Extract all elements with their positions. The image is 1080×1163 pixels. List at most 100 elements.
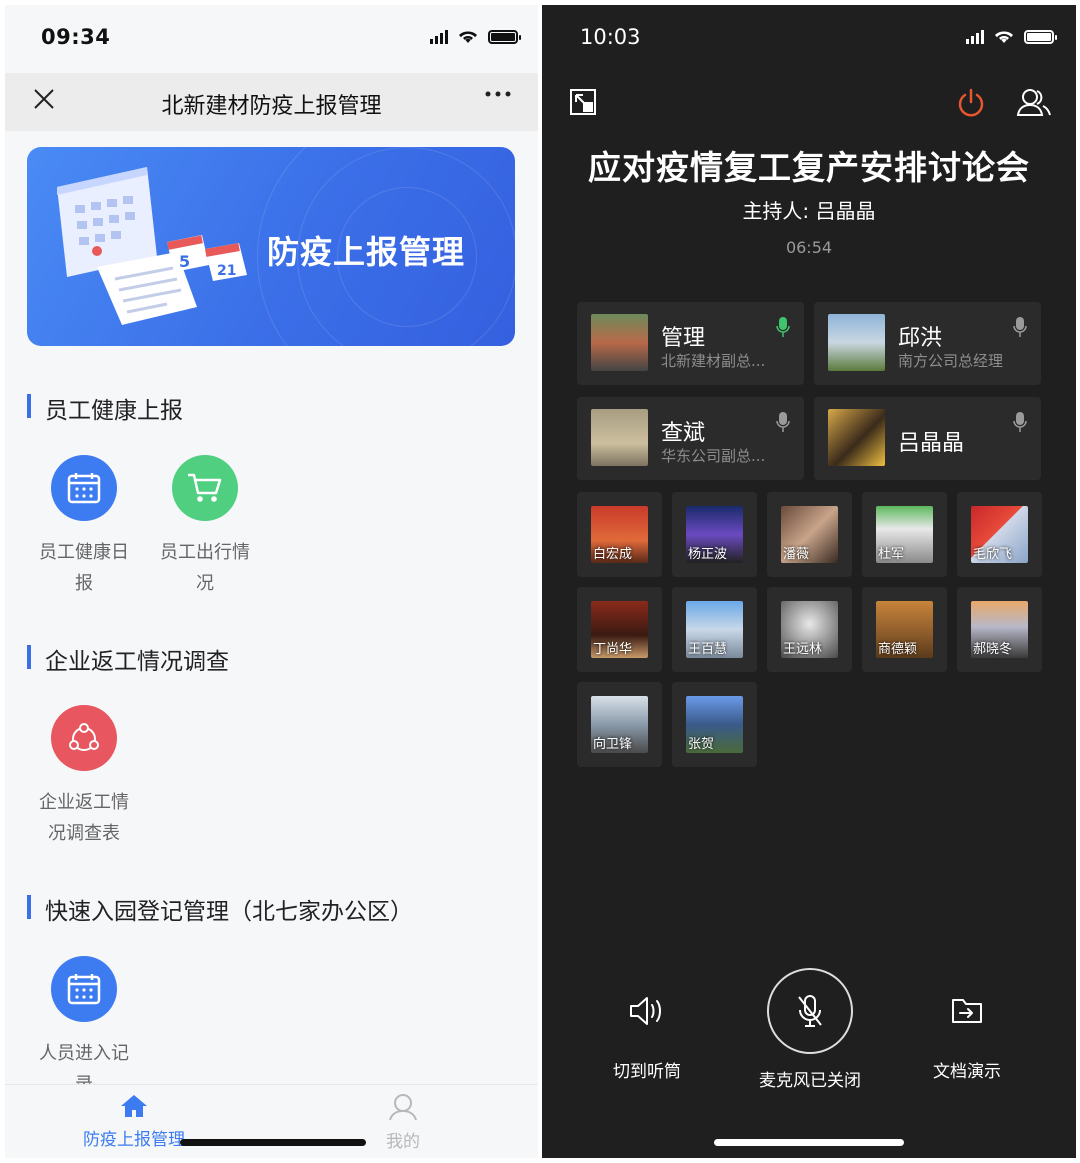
battery-icon bbox=[488, 29, 521, 44]
participant-tile[interactable]: 杨正波 bbox=[672, 492, 757, 577]
document-presentation-button[interactable]: 文档演示 bbox=[922, 993, 1012, 1082]
svg-text:21: 21 bbox=[217, 263, 236, 279]
cellular-signal-icon bbox=[430, 29, 448, 44]
app-label: 员工出行情 bbox=[160, 542, 250, 563]
participant-name: 郝晓冬 bbox=[973, 642, 1013, 657]
participant-tile[interactable]: 潘薇 bbox=[767, 492, 852, 577]
participant-name: 吕晶晶 bbox=[898, 431, 965, 456]
app-employee-health-daily[interactable]: 员工健康日 报 bbox=[24, 455, 144, 599]
mic-off-icon bbox=[767, 968, 853, 1054]
participant-name: 杨正波 bbox=[688, 547, 728, 562]
nav-bar: 北新建材防疫上报管理 bbox=[5, 73, 538, 131]
participant-title: 南方公司总经理 bbox=[898, 352, 1004, 370]
speaker-icon bbox=[630, 997, 661, 1025]
participant-tile[interactable]: 张贺 bbox=[672, 682, 757, 767]
participant-name: 毛欣飞 bbox=[973, 547, 1013, 562]
home-indicator bbox=[714, 1139, 904, 1146]
app-label: 人员进入记 bbox=[39, 1043, 129, 1064]
participant-tile[interactable]: 白宏成 bbox=[577, 492, 662, 577]
switch-to-earpiece-button[interactable]: 切到听筒 bbox=[602, 993, 692, 1082]
page-title: 北新建材防疫上报管理 bbox=[161, 94, 382, 119]
tab-bar: 防疫上报管理 我的 bbox=[5, 1084, 538, 1158]
participant-title: 北新建材副总... bbox=[661, 352, 766, 370]
mic-icon bbox=[1013, 411, 1027, 437]
app-personnel-entry-record[interactable]: 人员进入记 录 bbox=[24, 956, 144, 1100]
status-time: 10:03 bbox=[580, 25, 641, 49]
avatar bbox=[828, 314, 885, 371]
status-bar: 09:34 bbox=[5, 5, 538, 73]
svg-text:5: 5 bbox=[179, 252, 190, 271]
minimize-window-icon[interactable] bbox=[568, 87, 598, 121]
participant-tile[interactable]: 毛欣飞 bbox=[957, 492, 1042, 577]
right-phone-screen: 10:03 应对疫情复工复产安排讨论会 主持人: 吕晶晶 06:54 管理 北新… bbox=[542, 5, 1076, 1158]
participants-icon[interactable] bbox=[1016, 87, 1052, 121]
participant-name: 王远林 bbox=[783, 642, 823, 657]
participant-card[interactable]: 吕晶晶 bbox=[814, 397, 1041, 480]
banner-illustration: 5 21 bbox=[57, 167, 247, 325]
participant-tile[interactable]: 商德颖 bbox=[862, 587, 947, 672]
tab-epidemic-report[interactable]: 防疫上报管理 bbox=[83, 1093, 185, 1150]
mic-icon bbox=[776, 411, 790, 437]
wifi-icon bbox=[459, 31, 477, 43]
participant-tile[interactable]: 杜军 bbox=[862, 492, 947, 577]
left-phone-screen: 09:34 北新建材防疫上报管理 5 21 防疫上报管理 员工健康上报 员工健康… bbox=[5, 5, 538, 1158]
status-time: 09:34 bbox=[41, 25, 111, 49]
avatar bbox=[591, 314, 648, 371]
participant-name: 杜军 bbox=[878, 547, 905, 562]
calendar-icon bbox=[51, 956, 117, 1022]
participant-name: 王百慧 bbox=[688, 642, 728, 657]
battery-icon bbox=[1024, 29, 1057, 44]
participant-tile[interactable]: 郝晓冬 bbox=[957, 587, 1042, 672]
participant-name: 丁尚华 bbox=[593, 642, 633, 657]
participant-name: 向卫锋 bbox=[593, 737, 633, 752]
participant-card[interactable]: 查斌 华东公司副总... bbox=[577, 397, 804, 480]
tab-label: 我的 bbox=[386, 1132, 420, 1152]
control-label: 麦克风已关闭 bbox=[759, 1071, 861, 1091]
participant-name: 潘薇 bbox=[783, 547, 810, 562]
meeting-host: 主持人: 吕晶晶 bbox=[742, 199, 876, 223]
microphone-toggle-button[interactable]: 麦克风已关闭 bbox=[750, 968, 870, 1091]
participant-name: 查斌 bbox=[661, 421, 706, 446]
participant-name: 管理 bbox=[661, 326, 706, 351]
app-label: 报 bbox=[75, 573, 93, 594]
participant-tile[interactable]: 王远林 bbox=[767, 587, 852, 672]
section-title-entry-registration: 快速入园登记管理（北七家办公区） bbox=[27, 892, 413, 926]
participant-name: 张贺 bbox=[688, 737, 715, 752]
app-employee-travel[interactable]: 员工出行情 况 bbox=[145, 455, 265, 599]
control-label: 切到听筒 bbox=[613, 1062, 681, 1082]
power-icon[interactable] bbox=[956, 87, 986, 123]
calendar-icon bbox=[51, 455, 117, 521]
app-return-survey-form[interactable]: 企业返工情 况调查表 bbox=[24, 705, 144, 849]
participant-tile[interactable]: 王百慧 bbox=[672, 587, 757, 672]
status-icons bbox=[966, 29, 1057, 44]
participant-tile[interactable]: 向卫锋 bbox=[577, 682, 662, 767]
tab-label: 防疫上报管理 bbox=[83, 1130, 185, 1150]
participant-card[interactable]: 管理 北新建材副总... bbox=[577, 302, 804, 385]
cellular-signal-icon bbox=[966, 29, 984, 44]
participant-name: 邱洪 bbox=[898, 326, 943, 351]
mic-icon bbox=[1013, 316, 1027, 342]
share-icon bbox=[51, 705, 117, 771]
avatar bbox=[828, 409, 885, 466]
control-label: 文档演示 bbox=[933, 1062, 1001, 1082]
app-label: 企业返工情 bbox=[39, 792, 129, 813]
meeting-timer: 06:54 bbox=[785, 238, 833, 257]
banner[interactable]: 5 21 防疫上报管理 bbox=[27, 147, 515, 346]
mic-on-icon bbox=[776, 316, 790, 342]
participant-tile[interactable]: 丁尚华 bbox=[577, 587, 662, 672]
app-label: 况调查表 bbox=[48, 823, 120, 844]
participant-name: 白宏成 bbox=[593, 547, 633, 562]
document-share-icon bbox=[952, 999, 982, 1023]
banner-title: 防疫上报管理 bbox=[267, 233, 466, 271]
participant-card[interactable]: 邱洪 南方公司总经理 bbox=[814, 302, 1041, 385]
section-title-return-survey: 企业返工情况调查 bbox=[27, 642, 229, 676]
avatar bbox=[591, 409, 648, 466]
participant-title: 华东公司副总... bbox=[661, 447, 766, 465]
user-icon bbox=[389, 1094, 417, 1121]
tab-mine[interactable]: 我的 bbox=[386, 1093, 420, 1152]
participant-name: 商德颖 bbox=[878, 642, 918, 657]
cart-icon bbox=[172, 455, 238, 521]
wifi-icon bbox=[995, 31, 1013, 43]
home-indicator bbox=[180, 1139, 366, 1146]
more-icon[interactable] bbox=[484, 82, 512, 112]
